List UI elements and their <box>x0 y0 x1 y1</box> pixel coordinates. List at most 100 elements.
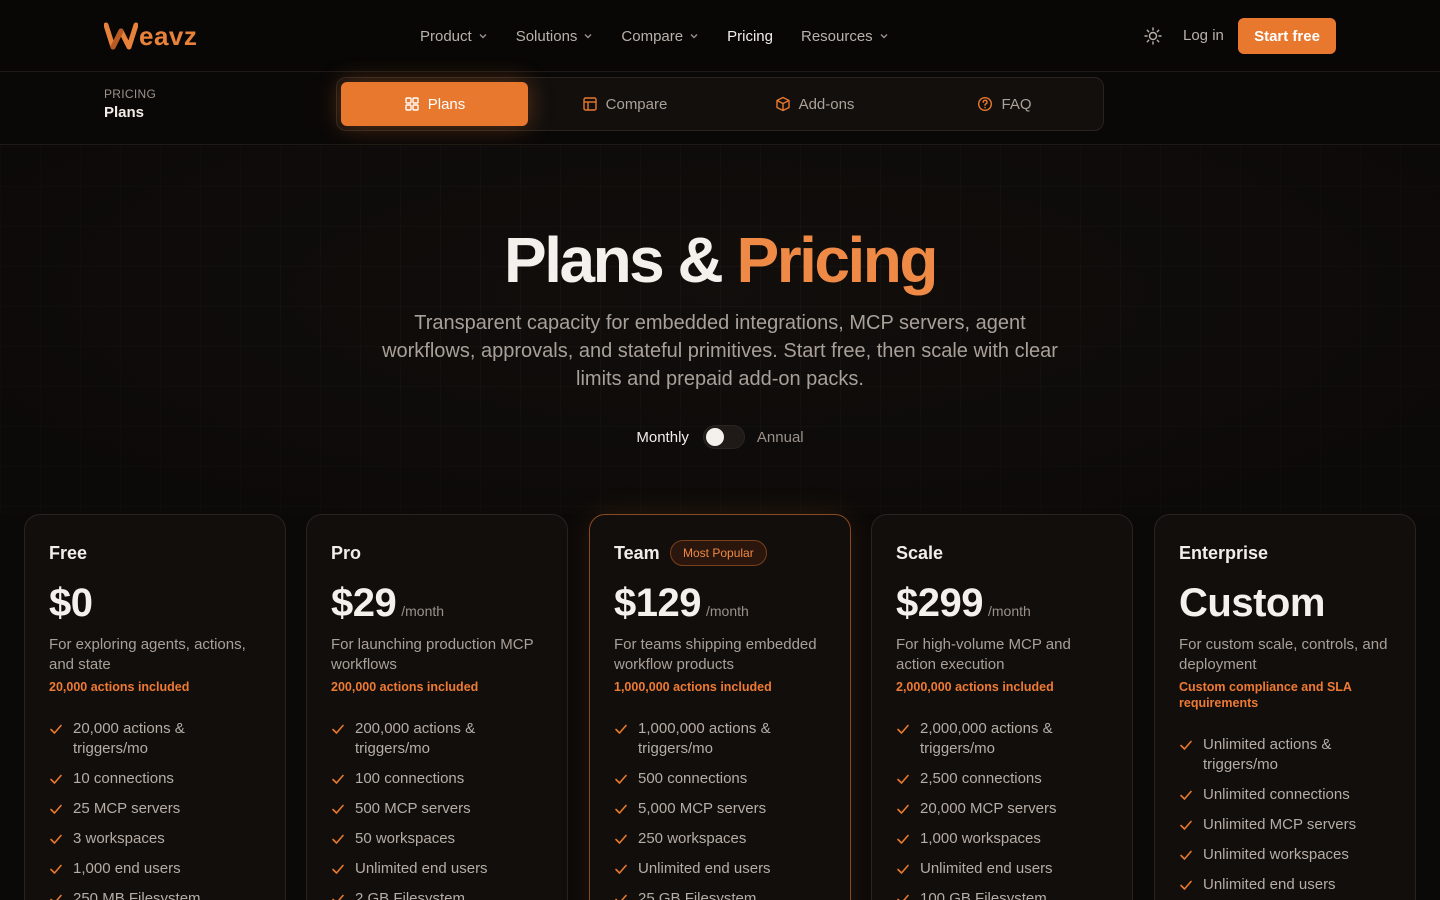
pricing-subnav: PRICING Plans Plans Compare Add-ons FAQ <box>0 73 1440 145</box>
nav-resources[interactable]: Resources <box>801 24 889 48</box>
nav-solutions[interactable]: Solutions <box>516 24 594 48</box>
feature-item: 5,000 MCP servers <box>614 799 828 819</box>
feature-text: 5,000 MCP servers <box>638 800 767 817</box>
login-link[interactable]: Log in <box>1183 26 1224 46</box>
plan-card-enterprise: Enterprise Custom For custom scale, cont… <box>1154 514 1416 900</box>
nav-solutions-label: Solutions <box>515 27 578 45</box>
chevron-down-icon <box>880 34 888 39</box>
feature-text: 1,000,000 actions & triggers/mo <box>638 720 771 757</box>
tab-add-ons[interactable]: Add-ons <box>721 82 908 126</box>
chevron-down-icon <box>479 34 487 39</box>
check-icon <box>332 774 344 784</box>
tab-faq[interactable]: FAQ <box>911 82 1098 126</box>
grid-icon <box>405 97 419 111</box>
check-icon <box>615 724 627 734</box>
plan-period: /month <box>987 603 1031 619</box>
brand-logo[interactable]: eavz <box>104 20 197 52</box>
plan-description: For teams shipping embedded workflow pro… <box>614 636 817 673</box>
nav-pricing[interactable]: Pricing <box>727 24 773 48</box>
feature-item: 100 GB Filesystem <box>896 889 1110 900</box>
plan-included: Custom compliance and SLA requirements <box>1179 680 1352 710</box>
check-icon <box>615 864 627 874</box>
brand-name: eavz <box>139 21 198 51</box>
feature-item: 20,000 actions & triggers/mo <box>49 719 263 759</box>
feature-text: Unlimited end users <box>638 860 771 877</box>
feature-text: Unlimited end users <box>355 860 488 877</box>
plan-description: For high-volume MCP and action execution <box>896 636 1071 673</box>
tab-compare[interactable]: Compare <box>531 82 718 126</box>
price-row: Custom <box>1179 581 1325 626</box>
plan-card-free: Free $0 For exploring agents, actions, a… <box>24 514 286 900</box>
tab-compare-label: Compare <box>605 95 668 113</box>
check-icon <box>897 834 909 844</box>
billing-annual-label[interactable]: Annual <box>757 429 804 446</box>
nav-compare-label: Compare <box>621 27 684 45</box>
feature-text: 1,000 workspaces <box>920 830 1041 847</box>
check-icon <box>1180 820 1192 830</box>
check-icon <box>1180 740 1192 750</box>
billing-toggle-group: Monthly Annual <box>0 424 1440 450</box>
check-icon <box>50 834 62 844</box>
feature-item: 25 MCP servers <box>49 799 263 819</box>
sun-icon[interactable] <box>1143 26 1163 46</box>
billing-monthly-label[interactable]: Monthly <box>636 429 689 446</box>
feature-item: 3 workspaces <box>49 829 263 849</box>
feature-item: Unlimited actions & triggers/mo <box>1179 735 1393 775</box>
check-icon <box>1180 880 1192 890</box>
plan-period: /month <box>705 603 749 619</box>
feature-item: 250 MB Filesystem <box>49 889 263 900</box>
start-free-button[interactable]: Start free <box>1238 18 1336 54</box>
feature-item: 500 MCP servers <box>331 799 545 819</box>
title-main: Plans & <box>504 224 737 296</box>
feature-text: 50 workspaces <box>355 830 456 847</box>
tab-faq-label: FAQ <box>1001 95 1032 113</box>
plan-description: For custom scale, controls, and deployme… <box>1179 636 1388 673</box>
feature-text: 25 MCP servers <box>73 800 181 817</box>
plan-name: Scale <box>896 543 944 563</box>
feature-text: 10 connections <box>73 770 174 787</box>
feature-text: 100 connections <box>355 770 465 787</box>
plan-description: For launching production MCP workflows <box>331 636 534 673</box>
tab-add-ons-label: Add-ons <box>798 95 855 113</box>
plan-price: $29 <box>331 581 397 625</box>
feature-item: Unlimited end users <box>1179 875 1393 895</box>
package-icon <box>775 96 790 112</box>
billing-toggle[interactable] <box>702 425 745 449</box>
feature-item: 2 GB Filesystem <box>331 889 545 900</box>
feature-text: 2,000,000 actions & triggers/mo <box>920 720 1053 757</box>
feature-item: 1,000 workspaces <box>896 829 1110 849</box>
plan-price: $299 <box>896 581 983 625</box>
feature-text: 20,000 MCP servers <box>920 800 1057 817</box>
tab-plans[interactable]: Plans <box>341 82 528 126</box>
feature-item: Unlimited MCP servers <box>1179 815 1393 835</box>
check-icon <box>615 804 627 814</box>
feature-text: 250 workspaces <box>638 830 747 847</box>
plan-card-scale: Scale $299 /month For high-volume MCP an… <box>871 514 1133 900</box>
feature-text: 250 MB Filesystem <box>73 890 201 900</box>
hero-section: Plans & Pricing Transparent capacity for… <box>0 146 1440 514</box>
feature-text: 3 workspaces <box>73 830 165 847</box>
feature-item: 100 connections <box>331 769 545 789</box>
nav-product[interactable]: Product <box>420 24 488 48</box>
nav-pricing-label: Pricing <box>727 27 773 45</box>
check-icon <box>50 724 62 734</box>
feature-text: 1,000 end users <box>73 860 181 877</box>
feature-text: 2,500 connections <box>920 770 1042 787</box>
toggle-knob <box>705 428 724 446</box>
feature-text: Unlimited end users <box>1203 876 1336 893</box>
check-icon <box>615 894 627 900</box>
plan-price: $129 <box>614 581 701 625</box>
nav-compare[interactable]: Compare <box>621 24 699 48</box>
feature-text: Unlimited workspaces <box>1203 846 1349 863</box>
check-icon <box>615 834 627 844</box>
plan-included: 200,000 actions included <box>331 680 479 694</box>
feature-text: Unlimited actions & triggers/mo <box>1203 736 1332 773</box>
check-icon <box>1180 790 1192 800</box>
feature-item: Unlimited end users <box>614 859 828 879</box>
check-icon <box>1180 850 1192 860</box>
check-icon <box>332 894 344 900</box>
feature-text: 100 GB Filesystem <box>920 890 1047 900</box>
check-icon <box>332 864 344 874</box>
chevron-down-icon <box>690 34 698 39</box>
check-icon <box>615 774 627 784</box>
